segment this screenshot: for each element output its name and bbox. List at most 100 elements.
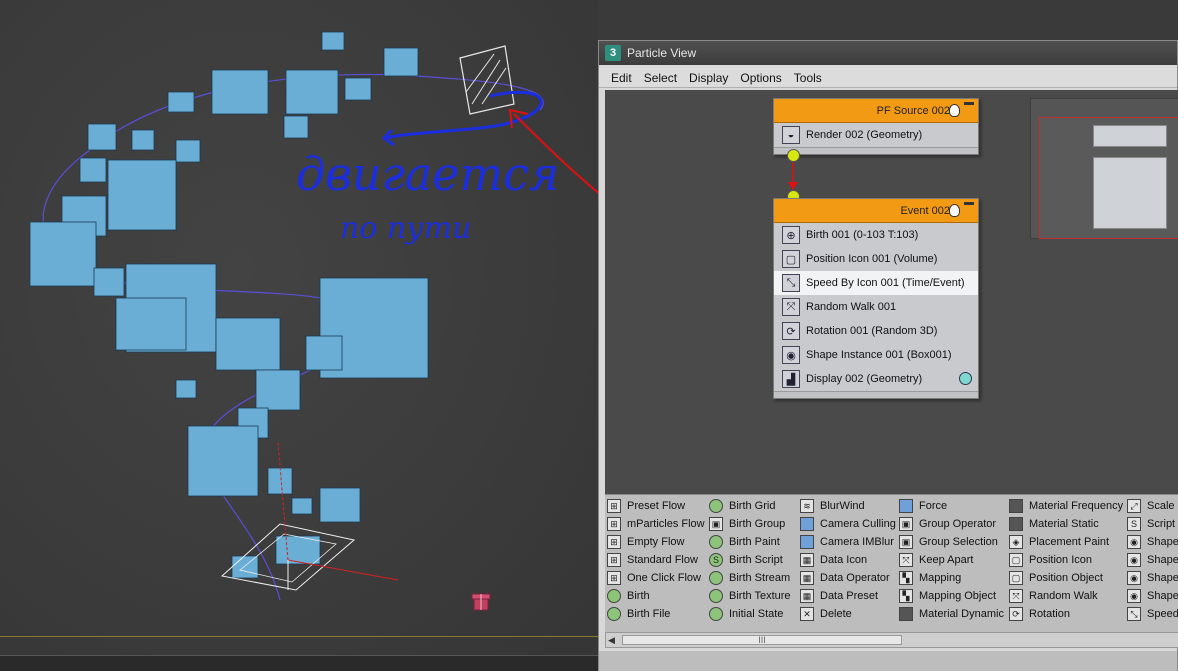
depot-item[interactable]: ◈ Placement Paint (1009, 533, 1123, 551)
depot-column-2: Birth Grid ▣ Birth Group Birth Paint S Bir… (709, 497, 791, 623)
depot-item[interactable]: ⟳ Rotation (1009, 605, 1123, 623)
operator-shape-instance[interactable]: ◉ Shape Instance 001 (Box001) (774, 343, 978, 367)
source-node-title: PF Source 002 (876, 104, 950, 117)
depot-item[interactable]: Force (899, 497, 1004, 515)
depot-item[interactable]: ▣ Group Operator (899, 515, 1004, 533)
operator-render[interactable]: ◒ Render 002 (Geometry) (774, 123, 978, 147)
wind-icon: ≋ (800, 499, 814, 513)
scroll-left-arrow-icon[interactable]: ◀ (608, 635, 618, 645)
teapot-icon: ◒ (782, 126, 800, 144)
particle-box (107, 159, 177, 231)
operator-position-icon[interactable]: ▢ Position Icon 001 (Volume) (774, 247, 978, 271)
depot-item[interactable]: ⊞ Empty Flow (607, 533, 705, 551)
depot-item[interactable]: Birth File (607, 605, 705, 623)
depot-item[interactable]: Initial State (709, 605, 791, 623)
data-icon: ▦ (800, 571, 814, 585)
depot-item[interactable]: ✕ Delete (800, 605, 896, 623)
depot-item[interactable]: ◉ Shape (1127, 551, 1178, 569)
annotation-line2: по пути (340, 211, 471, 246)
depot-item[interactable]: ▚ Mapping Object (899, 587, 1004, 605)
timeline-ruler[interactable] (0, 655, 598, 671)
depot-item[interactable]: Birth (607, 587, 705, 605)
depot-item[interactable]: ▣ Birth Group (709, 515, 791, 533)
menu-select[interactable]: Select (638, 71, 683, 85)
depot-item[interactable]: ⤧ Random Walk (1009, 587, 1123, 605)
speed-icon: ⤡ (1127, 607, 1141, 621)
depot-item[interactable]: ⊞ Standard Flow (607, 551, 705, 569)
lightbulb-icon[interactable] (949, 104, 960, 117)
depot-item[interactable]: ⊞ mParticles Flow (607, 515, 705, 533)
flow-graph-canvas[interactable]: PF Source 002 ◒ Render 002 (Geometry) Ev… (605, 90, 1178, 494)
particle-box (285, 69, 339, 115)
depot-item[interactable]: ⊞ One Click Flow (607, 569, 705, 587)
material-icon (899, 607, 913, 621)
depot-item[interactable]: ⤧ Keep Apart (899, 551, 1004, 569)
camera-icon (800, 535, 814, 549)
collapse-icon[interactable] (964, 102, 974, 105)
group-icon: ▣ (899, 517, 913, 531)
menu-tools[interactable]: Tools (788, 71, 828, 85)
depot-item[interactable]: ⤡ Speed (1127, 605, 1178, 623)
depot-item[interactable]: ▦ Data Preset (800, 587, 896, 605)
menu-display[interactable]: Display (683, 71, 734, 85)
source-output-port[interactable] (787, 149, 800, 162)
depot-item[interactable]: S Birth Script (709, 551, 791, 569)
depot-item[interactable]: Birth Grid (709, 497, 791, 515)
operator-birth[interactable]: ⊕ Birth 001 (0-103 T:103) (774, 223, 978, 247)
depot-item[interactable]: ▢ Position Icon (1009, 551, 1123, 569)
material-icon (1009, 499, 1023, 513)
menu-options[interactable]: Options (734, 71, 787, 85)
particle-box (79, 157, 107, 183)
depot-item[interactable]: ⤢ Scale (1127, 497, 1178, 515)
display-icon: ▟ (782, 370, 800, 388)
event-node-title: Event 002 (900, 204, 950, 217)
particle-box (267, 467, 293, 495)
operator-display[interactable]: ▟ Display 002 (Geometry) (774, 367, 978, 391)
depot-item[interactable]: ▚ Mapping (899, 569, 1004, 587)
lightbulb-icon[interactable] (949, 204, 960, 217)
depot-item[interactable]: Camera IMBlur (800, 533, 896, 551)
depot-item[interactable]: Material Static (1009, 515, 1123, 533)
depot-item[interactable]: ≋ BlurWind (800, 497, 896, 515)
pf-source-node[interactable]: PF Source 002 ◒ Render 002 (Geometry) (773, 98, 979, 155)
depot-item[interactable]: Birth Texture (709, 587, 791, 605)
group-icon: ▣ (899, 535, 913, 549)
graph-minimap[interactable] (1030, 98, 1178, 239)
output-test-port[interactable] (959, 372, 972, 385)
depot-item[interactable]: Material Dynamic (899, 605, 1004, 623)
depot-item[interactable]: ◉ Shape (1127, 533, 1178, 551)
depot-item[interactable]: S Script (1127, 515, 1178, 533)
title-bar[interactable]: 3 Particle View (599, 41, 1177, 65)
depot-item[interactable]: ▢ Position Object (1009, 569, 1123, 587)
event-node[interactable]: Event 002 ⊕ Birth 001 (0-103 T:103) ▢ Po… (773, 198, 979, 399)
birth-icon: ⊕ (782, 226, 800, 244)
position-icon: ▢ (782, 250, 800, 268)
depot-item[interactable]: Birth Paint (709, 533, 791, 551)
operator-label: Birth 001 (0-103 T:103) (806, 229, 919, 241)
depot-item[interactable]: ◉ Shape (1127, 569, 1178, 587)
scroll-thumb[interactable]: III (622, 635, 902, 645)
operator-label: Shape Instance 001 (Box001) (806, 349, 952, 361)
operator-label: Display 002 (Geometry) (806, 373, 923, 385)
collapse-icon[interactable] (964, 202, 974, 205)
operator-random-walk[interactable]: ⤧ Random Walk 001 (774, 295, 978, 319)
depot-item[interactable]: Birth Stream (709, 569, 791, 587)
event-node-header[interactable]: Event 002 (774, 199, 978, 223)
birth-icon (709, 535, 723, 549)
birth-icon (709, 499, 723, 513)
depot-item[interactable]: ▦ Data Operator (800, 569, 896, 587)
birth-icon (709, 589, 723, 603)
birth-icon (607, 589, 621, 603)
depot-item[interactable]: ▦ Data Icon (800, 551, 896, 569)
depot-item[interactable]: ◉ Shape (1127, 587, 1178, 605)
depot-item[interactable]: ▣ Group Selection (899, 533, 1004, 551)
operator-rotation[interactable]: ⟳ Rotation 001 (Random 3D) (774, 319, 978, 343)
depot-horizontal-scrollbar[interactable]: ◀ III (605, 632, 1178, 648)
operator-speed-by-icon[interactable]: ⤡ Speed By Icon 001 (Time/Event) (774, 271, 978, 295)
depot-item[interactable]: Camera Culling (800, 515, 896, 533)
source-node-header[interactable]: PF Source 002 (774, 99, 978, 123)
particle-box (211, 69, 269, 115)
depot-item[interactable]: Material Frequency (1009, 497, 1123, 515)
depot-item[interactable]: ⊞ Preset Flow (607, 497, 705, 515)
menu-edit[interactable]: Edit (605, 71, 638, 85)
